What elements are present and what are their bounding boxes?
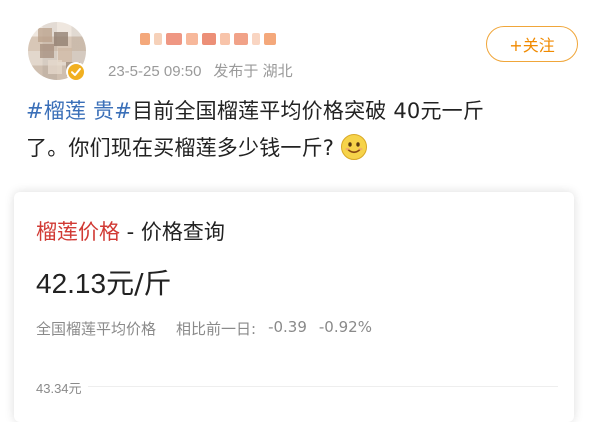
post-meta: 23-5-25 09:50 发布于 湖北: [108, 60, 293, 81]
stat-compare: 相比前一日:: [176, 320, 257, 338]
stat-label: 全国榴莲平均价格: [36, 320, 157, 338]
follow-label: +关注: [509, 36, 555, 55]
post-source: 发布于 湖北: [213, 63, 293, 80]
post-text: #榴莲 贵#目前全国榴莲平均价格突破 40元一斤 了。你们现在买榴莲多少钱一斤?: [26, 93, 586, 167]
username-redacted[interactable]: [140, 30, 276, 48]
smiling-emoji-icon: [341, 134, 368, 160]
price-stats: 全国榴莲平均价格 相比前一日: -0.39 -0.92%: [36, 318, 372, 339]
hashtag-link[interactable]: #榴莲 贵#: [26, 99, 132, 123]
price-value: 42.13元/斤: [36, 262, 172, 302]
post-line-2-text: 了。你们现在买榴莲多少钱一斤?: [26, 136, 335, 160]
card-title-rest: - 价格查询: [120, 220, 225, 244]
post-line-1: #榴莲 贵#目前全国榴莲平均价格突破 40元一斤: [26, 93, 586, 130]
stat-change: -0.39: [268, 318, 307, 336]
post-line-1-text: 目前全国榴莲平均价格突破 40元一斤: [132, 99, 485, 123]
stat-percent: -0.92%: [318, 318, 372, 336]
price-unit: 元/斤: [106, 267, 172, 300]
post-time[interactable]: 23-5-25 09:50: [108, 63, 201, 80]
card-title: 榴莲价格 - 价格查询: [36, 216, 225, 246]
verified-badge-icon: [66, 62, 86, 82]
chart-axis-top-label: 43.34元: [36, 381, 82, 396]
post-line-2: 了。你们现在买榴莲多少钱一斤?: [26, 130, 586, 167]
chart-gridline: [88, 386, 558, 387]
follow-button[interactable]: +关注: [486, 26, 578, 62]
card-brand: 榴莲价格: [36, 220, 120, 244]
price-number: 42.13: [36, 268, 107, 299]
